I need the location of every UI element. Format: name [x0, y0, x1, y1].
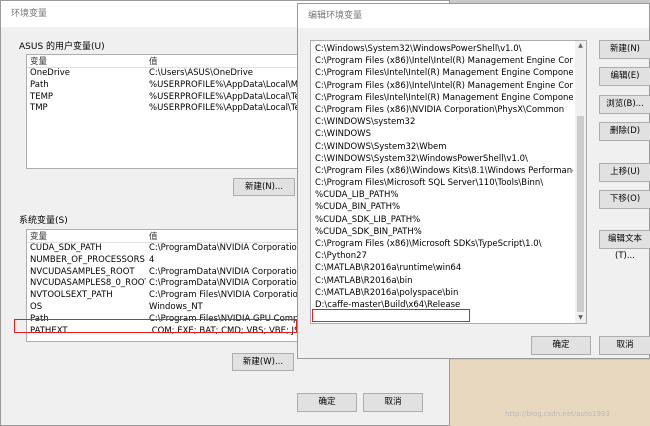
path-list-scrollbar[interactable]: ▲ ▼: [575, 41, 586, 323]
path-entry[interactable]: C:\Program Files (x86)\Microsoft SDKs\Ty…: [311, 238, 573, 250]
path-entry[interactable]: C:\Program Files (x86)\Intel\Intel(R) Ma…: [311, 80, 573, 92]
variable-name: CUDA_SDK_PATH: [30, 243, 102, 253]
column-header-variable[interactable]: 变量: [30, 55, 47, 67]
variable-name: NVTOOLSEXT_PATH: [30, 290, 113, 301]
path-entry[interactable]: C:\WINDOWS\system32: [311, 116, 573, 128]
path-entry[interactable]: C:\Program Files\Intel\Intel(R) Manageme…: [311, 92, 573, 104]
variable-value: %USERPROFILE%\AppData\Local\Tem: [149, 91, 298, 102]
edit-window-title: 编辑环境变量: [308, 11, 363, 21]
env-ok-button[interactable]: 确定: [297, 393, 357, 412]
variable-value: C:\Program Files\NVIDIA Corporation\: [149, 290, 298, 301]
variable-value: %USERPROFILE%\AppData\Local\Micr: [149, 79, 298, 90]
variable-name: NVCUDASAMPLES_ROOT: [30, 266, 135, 277]
user-new-button[interactable]: 新建(N)...: [233, 178, 295, 196]
path-entries-list[interactable]: C:\Windows\System32\WindowsPowerShell\v1…: [310, 40, 587, 324]
path-browse-button[interactable]: 浏览(B)...: [599, 95, 650, 114]
variable-value: %USERPROFILE%\AppData\Local\Tem: [149, 103, 298, 114]
path-entry[interactable]: C:\WINDOWS\System32\Wbem: [311, 141, 573, 153]
path-entry[interactable]: C:\Program Files (x86)\Windows Kits\8.1\…: [311, 165, 573, 177]
path-entry[interactable]: %CUDA_SDK_BIN_PATH%: [311, 226, 573, 238]
path-move-down-button[interactable]: 下移(O): [599, 190, 650, 209]
path-entry[interactable]: C:\Program Files\Intel\Intel(R) Manageme…: [311, 67, 573, 79]
env-cancel-button[interactable]: 取消: [363, 393, 423, 412]
path-new-button[interactable]: 新建(N): [599, 40, 650, 59]
path-entry[interactable]: C:\WINDOWS: [311, 128, 573, 140]
variable-name: Path: [30, 79, 49, 90]
table-row[interactable]: Path %USERPROFILE%\AppData\Local\Micr: [27, 80, 297, 92]
path-entry[interactable]: C:\Python27: [311, 250, 573, 262]
column-header-value[interactable]: 值: [149, 230, 158, 242]
column-header-value[interactable]: 值: [149, 55, 158, 67]
variable-name: NVCUDASAMPLES8_0_ROOT: [30, 278, 146, 289]
variable-value: C:\ProgramData\NVIDIA Corporation\: [149, 243, 298, 253]
table-row[interactable]: CUDA_SDK_PATH C:\ProgramData\NVIDIA Corpo…: [27, 243, 297, 255]
column-header-variable[interactable]: 变量: [30, 230, 47, 242]
scroll-up-arrow-icon[interactable]: ▲: [575, 42, 586, 50]
edit-window-titlebar: 编辑环境变量: [298, 4, 649, 28]
path-entry[interactable]: C:\MATLAB\R2016a\bin: [311, 275, 573, 287]
variable-name: OneDrive: [30, 68, 70, 78]
table-row[interactable]: NVCUDASAMPLES8_0_ROOT C:\ProgramData\NVID…: [27, 278, 297, 290]
variable-value: C:\ProgramData\NVIDIA Corporation\: [149, 278, 298, 289]
path-edit-button[interactable]: 编辑(E): [599, 67, 650, 86]
variable-value: 4: [149, 254, 155, 265]
path-entry[interactable]: C:\MATLAB\R2016a\polyspace\bin: [311, 287, 573, 299]
variable-name: TEMP: [30, 91, 54, 102]
path-move-up-button[interactable]: 上移(U): [599, 163, 650, 182]
table-row[interactable]: NVTOOLSEXT_PATH C:\Program Files\NVIDIA C…: [27, 290, 297, 302]
user-vars-group-label: ASUS 的用户变量(U): [19, 42, 105, 52]
path-row-highlight-box: [14, 319, 297, 333]
system-vars-group-label: 系统变量(S): [19, 216, 68, 226]
scrollbar-thumb[interactable]: [577, 116, 584, 312]
watermark-text: http://blog.csdn.net/auto1993: [505, 410, 610, 418]
path-entry[interactable]: C:\Program Files (x86)\NVIDIA Corporatio…: [311, 104, 573, 116]
variable-name: TMP: [30, 103, 48, 114]
system-vars-header: 变量 值: [27, 230, 297, 243]
table-row[interactable]: NUMBER_OF_PROCESSORS 4: [27, 255, 297, 267]
variable-value: C:\Users\ASUS\OneDrive: [149, 68, 253, 78]
system-new-button[interactable]: 新建(W)...: [232, 353, 294, 371]
variable-value: Windows_NT: [149, 301, 203, 312]
path-entry[interactable]: C:\WINDOWS\System32\WindowsPowerShell\v1…: [311, 153, 573, 165]
env-window-title: 环境变量: [11, 9, 48, 19]
path-edit-text-button[interactable]: 编辑文本(T)...: [599, 230, 650, 261]
variable-name: OS: [30, 301, 43, 312]
path-delete-button[interactable]: 删除(D): [599, 122, 650, 141]
variable-name: NUMBER_OF_PROCESSORS: [30, 254, 145, 265]
table-row[interactable]: TMP %USERPROFILE%\AppData\Local\Tem: [27, 103, 297, 115]
path-entry[interactable]: C:\Program Files\Microsoft SQL Server\11…: [311, 177, 573, 189]
edit-env-variable-window: 编辑环境变量 C:\Windows\System32\WindowsPowerS…: [297, 3, 650, 359]
table-row[interactable]: TEMP %USERPROFILE%\AppData\Local\Tem: [27, 92, 297, 104]
path-entry[interactable]: C:\MATLAB\R2016a\runtime\win64: [311, 262, 573, 274]
path-entry[interactable]: %CUDA_LIB_PATH%: [311, 189, 573, 201]
path-entry[interactable]: C:\Program Files (x86)\Intel\Intel(R) Ma…: [311, 55, 573, 67]
edit-cancel-button[interactable]: 取消: [599, 336, 650, 355]
variable-value: C:\ProgramData\NVIDIA Corporation\: [149, 266, 298, 277]
user-vars-header: 变量 值: [27, 55, 297, 68]
table-row[interactable]: OS Windows_NT: [27, 302, 297, 314]
new-path-highlight-box: [312, 309, 470, 322]
table-row[interactable]: OneDrive C:\Users\ASUS\OneDrive: [27, 68, 297, 80]
table-row[interactable]: NVCUDASAMPLES_ROOT C:\ProgramData\NVIDIA …: [27, 267, 297, 279]
path-entry[interactable]: C:\Windows\System32\WindowsPowerShell\v1…: [311, 43, 573, 55]
path-entry[interactable]: %CUDA_BIN_PATH%: [311, 201, 573, 213]
path-entry[interactable]: %CUDA_SDK_LIB_PATH%: [311, 214, 573, 226]
edit-ok-button[interactable]: 确定: [531, 336, 591, 355]
scroll-down-arrow-icon[interactable]: ▼: [575, 314, 586, 322]
user-vars-list[interactable]: 变量 值 OneDrive C:\Users\ASUS\OneDrive Path%…: [26, 54, 298, 169]
